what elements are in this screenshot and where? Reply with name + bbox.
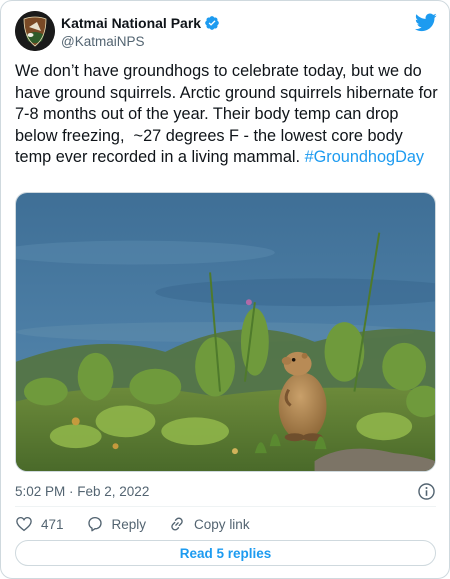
read-replies-button[interactable]: Read 5 replies [15,540,436,566]
heart-icon [16,516,32,532]
tweet-text: We don’t have groundhogs to celebrate to… [15,61,439,169]
like-count: 471 [41,516,64,532]
reply-button[interactable]: Reply [86,515,147,533]
copy-link-label: Copy link [194,516,250,532]
twitter-bird-icon[interactable] [415,11,437,33]
tweet-photo[interactable] [15,192,436,472]
tweet-header: Katmai National Park @KatmaiNPS [15,11,437,51]
action-bar: 471 Reply Copy link [15,513,272,535]
link-icon [171,517,183,531]
copy-link-button[interactable]: Copy link [168,515,250,533]
nps-arrowhead-logo [15,11,55,51]
tweet-card: Katmai National Park @KatmaiNPS We don’t… [0,0,450,579]
speech-bubble-icon [87,516,102,532]
tweet-meta: 5:02 PM · Feb 2, 2022 [15,482,436,502]
author-names: Katmai National Park @KatmaiNPS [61,14,220,49]
hashtag-link[interactable]: #GroundhogDay [305,148,424,166]
verified-badge-icon [205,16,219,30]
author-handle[interactable]: @KatmaiNPS [61,34,220,49]
ground-squirrel-photo [16,193,435,471]
divider [15,506,436,507]
display-name-row: Katmai National Park [61,14,220,32]
reply-label: Reply [111,516,147,532]
display-name[interactable]: Katmai National Park [61,15,201,31]
like-button[interactable]: 471 [15,515,64,533]
info-icon[interactable] [417,482,436,501]
tweet-timestamp[interactable]: 5:02 PM · Feb 2, 2022 [15,484,149,499]
avatar[interactable] [15,11,55,51]
